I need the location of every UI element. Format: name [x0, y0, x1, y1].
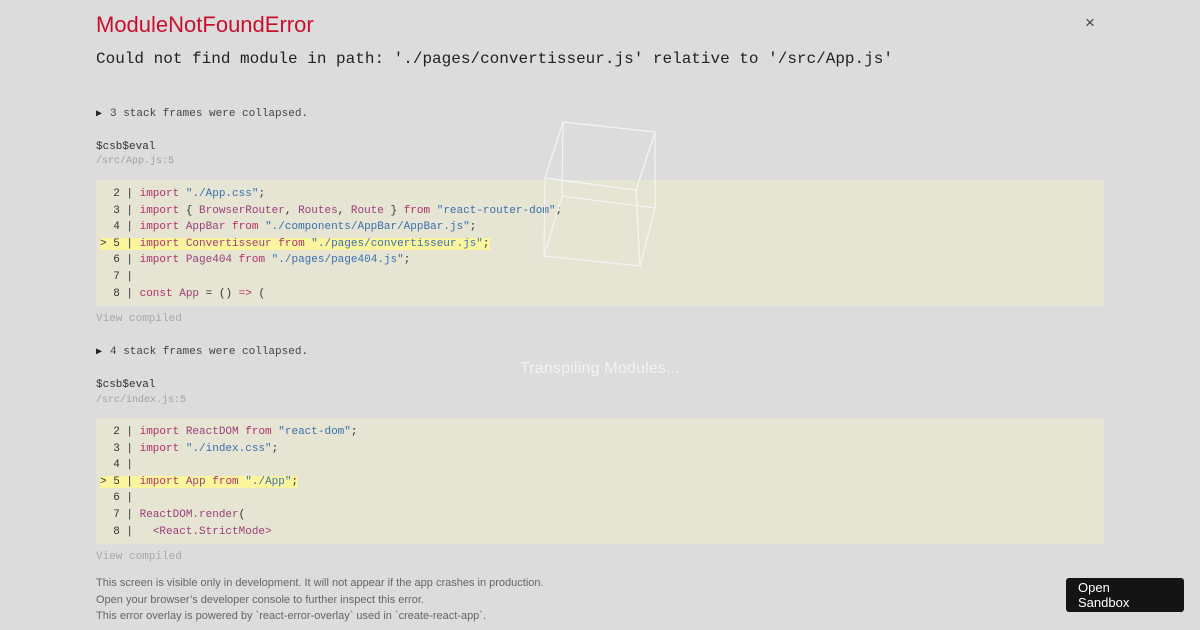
code-line: 4 |: [100, 459, 134, 472]
collapsed-frames-toggle[interactable]: ▶ 3 stack frames were collapsed.: [96, 108, 308, 120]
footer-line: This error overlay is powered by `react-…: [96, 610, 487, 622]
code-line: 6 |: [100, 492, 134, 505]
code-line: 2 | import ReactDOM from "react-dom";: [100, 426, 358, 438]
open-sandbox-button[interactable]: Open Sandbox: [1066, 578, 1184, 612]
error-overlay: ModuleNotFoundError × Could not find mod…: [96, 0, 1104, 630]
loading-text: Transpiling Modules...: [519, 360, 681, 377]
expand-triangle-icon: ▶: [96, 109, 103, 120]
code-line: > 5 | import App from "./App";: [100, 475, 299, 488]
close-button[interactable]: ×: [1082, 14, 1098, 32]
code-line: 8 | const App = () => (: [100, 287, 266, 300]
code-line: 8 | <React.StrictMode>: [100, 525, 272, 538]
stack-frame-location[interactable]: /src/index.js:5: [96, 395, 186, 406]
dev-footer: This screen is visible only in developme…: [96, 575, 544, 625]
code-line: 3 | import "./index.css";: [100, 442, 279, 455]
code-line: 7 | ReactDOM.render(: [100, 508, 246, 521]
footer-line: Open your browser’s developer console to…: [96, 593, 424, 606]
collapsed-frames-toggle[interactable]: ▶ 4 stack frames were collapsed.: [96, 346, 308, 358]
stack-frame-function: $csb$eval: [96, 379, 156, 391]
view-compiled-link[interactable]: View compiled: [96, 551, 182, 563]
error-title: ModuleNotFoundError: [96, 12, 314, 37]
loading-cube-icon: [543, 121, 656, 267]
view-compiled-link[interactable]: View compiled: [96, 313, 182, 325]
collapsed-frames-label: 3 stack frames were collapsed.: [110, 108, 309, 120]
expand-triangle-icon: ▶: [96, 347, 103, 358]
code-snippet: 2 | import ReactDOM from "react-dom"; 3 …: [96, 418, 1104, 544]
error-message: Could not find module in path: './pages/…: [96, 50, 893, 68]
open-sandbox-label: Open: [1078, 580, 1110, 595]
stack-frame-function: $csb$eval: [96, 141, 156, 153]
stack-frame-location[interactable]: /src/App.js:5: [96, 156, 174, 167]
open-sandbox-label: Sandbox: [1078, 595, 1130, 610]
collapsed-frames-label: 4 stack frames were collapsed.: [110, 346, 309, 358]
code-line: 7 |: [100, 270, 134, 283]
footer-line: This screen is visible only in developme…: [96, 577, 544, 589]
